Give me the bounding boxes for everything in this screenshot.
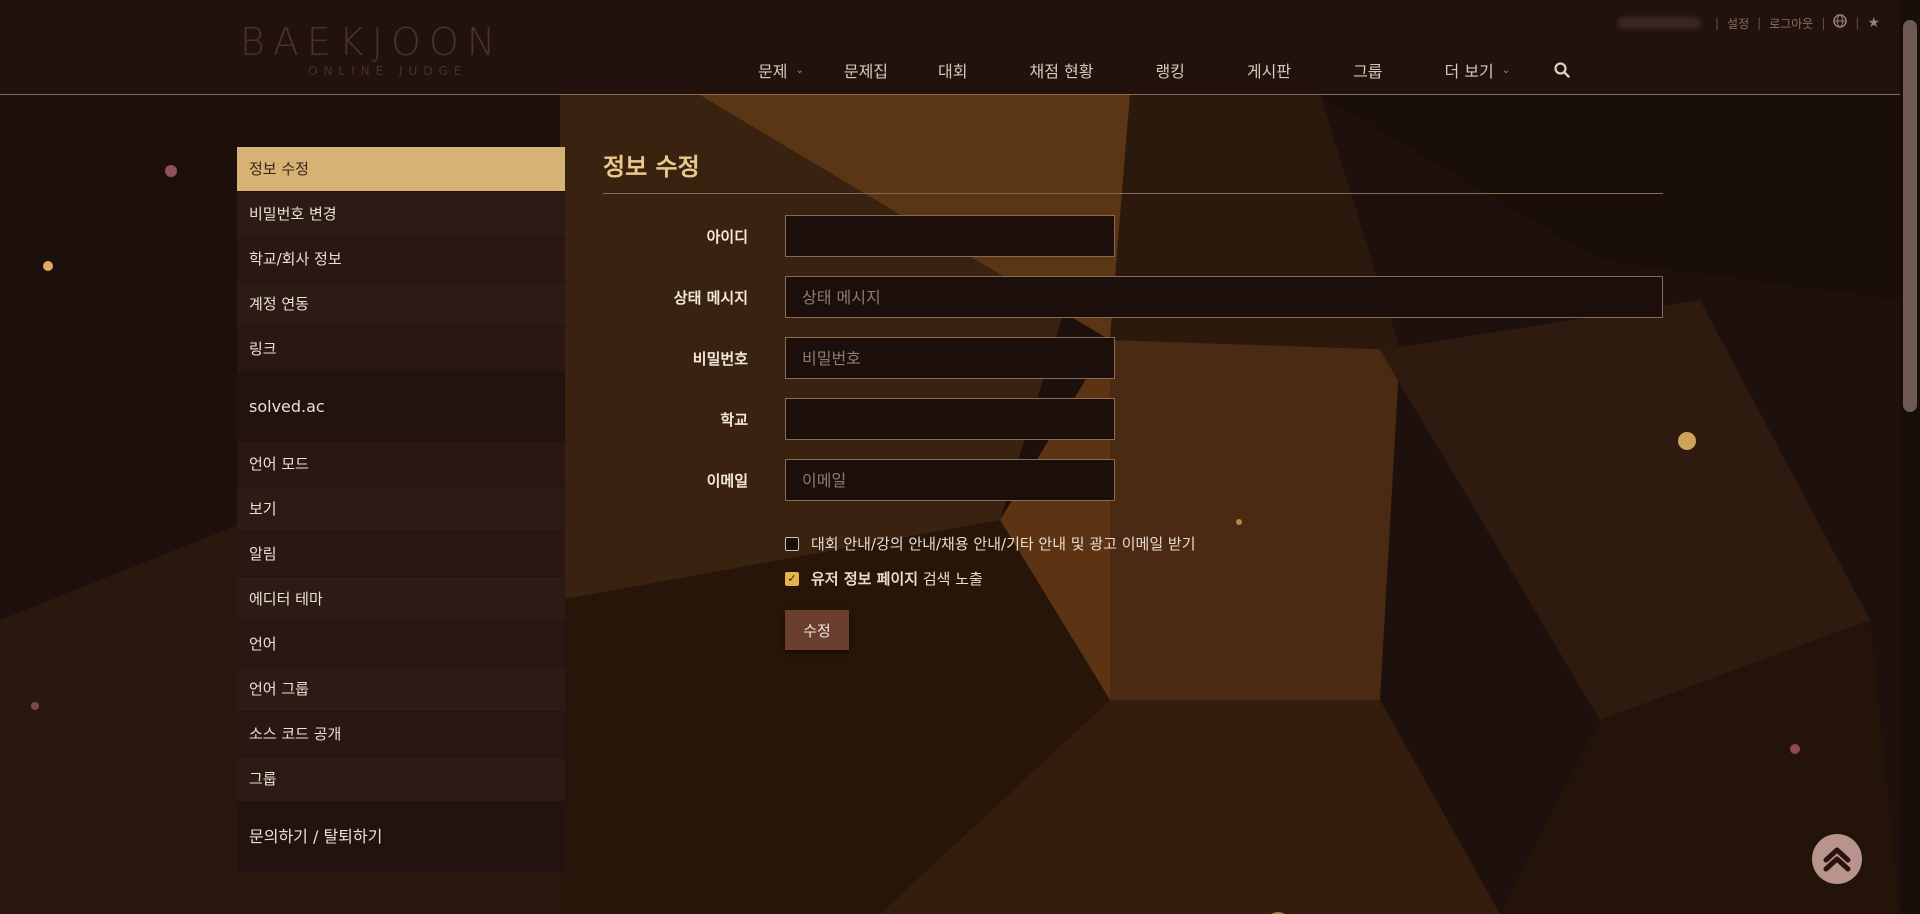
form-row-status: 상태 메시지 [603,276,1663,320]
password-input[interactable] [785,337,1115,379]
email-consent-checkbox[interactable] [785,536,799,551]
profile-search-row[interactable]: ✓ 유저 정보 페이지 검색 노출 [785,568,983,589]
form-row-id: 아이디 [603,215,1663,259]
profile-search-checkbox[interactable]: ✓ [785,571,799,586]
nav-board[interactable]: 게시판 [1247,58,1291,82]
utility-bar: | 설정 | 로그아웃 | | ★ [1616,14,1880,32]
scroll-to-top-button[interactable] [1812,834,1862,884]
nav-group[interactable]: 그룹 [1353,58,1382,82]
status-message-input[interactable] [785,276,1663,318]
scrollbar-thumb[interactable] [1903,20,1917,412]
nav-problems[interactable]: 문제 ⌄ [758,58,804,82]
sidebar-item-group[interactable]: 그룹 [237,757,565,802]
settings-sidebar: 정보 수정 비밀번호 변경 학교/회사 정보 계정 연동 링크 solved.a… [237,147,565,872]
sidebar-item-language[interactable]: 언어 [237,622,565,667]
nav-more[interactable]: 더 보기 ⌄ [1445,58,1511,82]
sidebar-item-notifications[interactable]: 알림 [237,532,565,577]
form-row-school: 학교 [603,398,1663,442]
site-header: BAEKJOON ONLINE JUDGE | 설정 | 로그아웃 | | ★ … [0,0,1900,95]
settings-link[interactable]: 설정 [1727,15,1749,32]
sidebar-item-language-mode[interactable]: 언어 모드 [237,442,565,487]
email-label: 이메일 [706,472,748,490]
email-input[interactable] [785,459,1115,501]
nav-ranking[interactable]: 랭킹 [1155,58,1184,82]
site-logo[interactable]: BAEKJOON ONLINE JUDGE [240,20,550,82]
nav-contest[interactable]: 대회 [938,58,967,82]
sidebar-item-language-group[interactable]: 언어 그룹 [237,667,565,712]
nav-workbook[interactable]: 문제집 [844,58,888,82]
nav-status[interactable]: 채점 현황 [1029,58,1093,82]
sidebar-item-editor-theme[interactable]: 에디터 테마 [237,577,565,622]
chevron-down-icon: ⌄ [795,64,804,76]
logo-subtitle: ONLINE JUDGE [308,64,468,78]
logo-text: BAEKJOON [240,20,504,64]
submit-button[interactable]: 수정 [785,610,849,650]
chevron-up-icon [1823,847,1851,872]
star-icon[interactable]: ★ [1867,15,1880,31]
sidebar-item-links[interactable]: 링크 [237,327,565,372]
password-label: 비밀번호 [692,350,748,368]
profile-search-label-bold: 유저 정보 페이지 [811,570,919,588]
profile-search-label: 검색 노출 [918,570,983,588]
sidebar-item-solvedac[interactable]: solved.ac [237,372,565,442]
sidebar-item-account-link[interactable]: 계정 연동 [237,282,565,327]
email-consent-label: 대회 안내/강의 안내/채용 안내/기타 안내 및 광고 이메일 받기 [811,535,1196,553]
globe-icon[interactable] [1833,14,1848,32]
main-nav: 문제 ⌄ 문제집 대회 채점 현황 랭킹 게시판 그룹 더 보기 ⌄ [758,58,1570,82]
id-field[interactable] [785,215,1115,257]
sidebar-item-view[interactable]: 보기 [237,487,565,532]
sidebar-item-change-password[interactable]: 비밀번호 변경 [237,192,565,237]
email-consent-row[interactable]: 대회 안내/강의 안내/채용 안내/기타 안내 및 광고 이메일 받기 [785,533,1196,554]
id-label: 아이디 [706,228,748,246]
sidebar-item-source-code-public[interactable]: 소스 코드 공개 [237,712,565,757]
school-input[interactable] [785,398,1115,440]
sidebar-item-school[interactable]: 학교/회사 정보 [237,237,565,282]
username-link[interactable] [1616,17,1701,29]
page-scrollbar[interactable] [1900,0,1920,914]
page-title: 정보 수정 [603,147,1663,194]
form-row-password: 비밀번호 [603,337,1663,381]
edit-info-form: 정보 수정 아이디 상태 메시지 비밀번호 학교 이메일 대회 안내/강의 안내… [603,147,1663,650]
search-icon[interactable] [1554,62,1570,78]
school-label: 학교 [720,411,748,429]
sidebar-item-inquiry-withdraw[interactable]: 문의하기 / 탈퇴하기 [237,802,565,872]
form-row-email: 이메일 [603,459,1663,503]
chevron-down-icon: ⌄ [1501,64,1511,76]
status-label: 상태 메시지 [673,289,748,307]
sidebar-item-edit-info[interactable]: 정보 수정 [237,147,565,192]
logout-link[interactable]: 로그아웃 [1769,15,1813,32]
